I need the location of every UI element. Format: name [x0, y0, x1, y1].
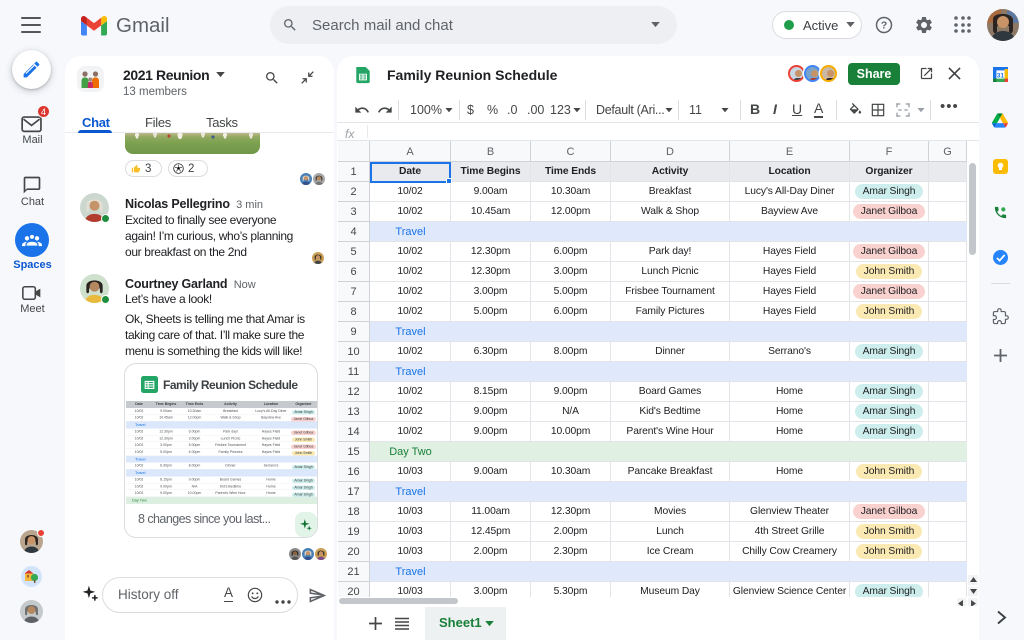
svg-text:31: 31: [997, 73, 1005, 80]
svg-text:?: ?: [881, 21, 887, 32]
